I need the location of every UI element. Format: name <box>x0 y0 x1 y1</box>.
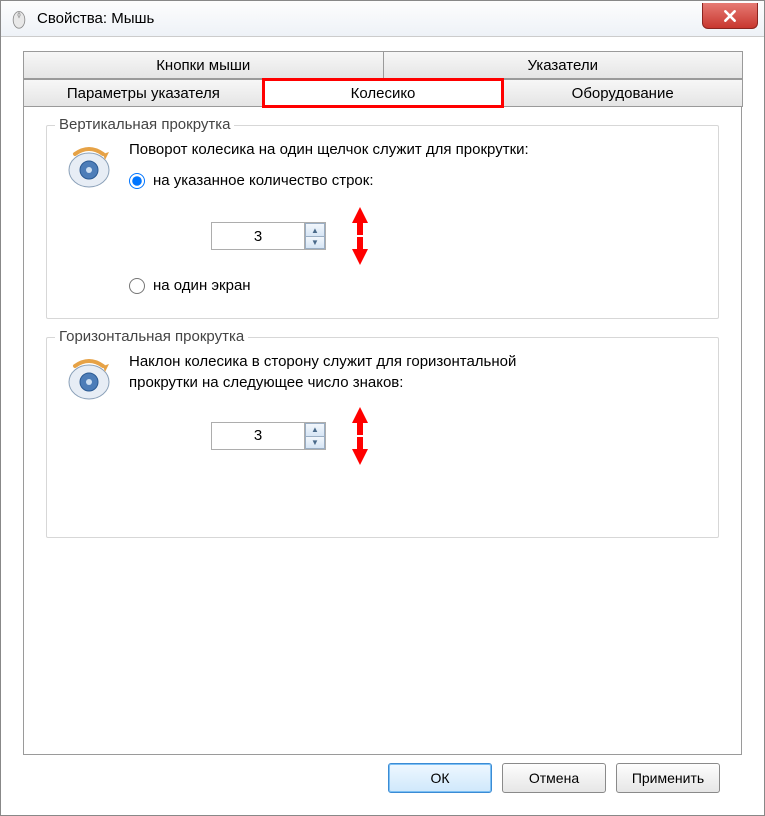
dialog-content: Кнопки мыши Указатели Параметры указател… <box>1 37 764 815</box>
tab-hardware[interactable]: Оборудование <box>502 79 743 107</box>
horizontal-scroll-title: Горизонтальная прокрутка <box>55 328 248 345</box>
mouse-properties-window: Свойства: Мышь Кнопки мыши Указатели Пар… <box>0 0 765 816</box>
close-icon <box>723 9 737 23</box>
cancel-button[interactable]: Отмена <box>502 763 606 793</box>
wheel-vertical-icon <box>63 140 115 192</box>
radio-screen-row[interactable]: на один экран <box>129 277 702 294</box>
radio-screen[interactable] <box>129 278 145 294</box>
radio-screen-label: на один экран <box>153 277 251 294</box>
tab-strip: Кнопки мыши Указатели Параметры указател… <box>23 51 742 107</box>
radio-lines-label: на указанное количество строк: <box>153 172 374 189</box>
red-arrows-annotation-icon <box>346 205 374 267</box>
horizontal-chars-input[interactable] <box>212 423 304 449</box>
horizontal-spin-up[interactable]: ▲ <box>305 423 325 436</box>
tab-pointers[interactable]: Указатели <box>383 51 744 79</box>
mouse-icon <box>9 9 29 29</box>
horizontal-scroll-group: Горизонтальная прокрутка Наклон колесика… <box>46 337 719 538</box>
tab-pointer-options[interactable]: Параметры указателя <box>23 79 264 107</box>
vertical-desc: Поворот колесика на один щелчок служит д… <box>129 140 702 160</box>
radio-lines-row[interactable]: на указанное количество строк: <box>129 172 702 189</box>
horizontal-chars-spinner[interactable]: ▲ ▼ <box>211 422 326 450</box>
dialog-buttons: ОК Отмена Применить <box>23 755 742 807</box>
tab-buttons[interactable]: Кнопки мыши <box>23 51 384 79</box>
vertical-lines-spinner[interactable]: ▲ ▼ <box>211 222 326 250</box>
wheel-horizontal-icon <box>63 352 115 404</box>
apply-button[interactable]: Применить <box>616 763 720 793</box>
red-arrows-annotation-icon <box>346 405 374 467</box>
vertical-spin-up[interactable]: ▲ <box>305 223 325 236</box>
vertical-lines-input[interactable] <box>212 223 304 249</box>
horizontal-spin-down[interactable]: ▼ <box>305 436 325 449</box>
tab-panel: Вертикальная прокрутка Поворот колесика … <box>23 107 742 755</box>
window-title: Свойства: Мышь <box>37 10 154 27</box>
radio-lines[interactable] <box>129 173 145 189</box>
ok-button[interactable]: ОК <box>388 763 492 793</box>
vertical-scroll-group: Вертикальная прокрутка Поворот колесика … <box>46 125 719 319</box>
titlebar[interactable]: Свойства: Мышь <box>1 1 764 37</box>
vertical-scroll-title: Вертикальная прокрутка <box>55 116 234 133</box>
horizontal-desc: Наклон колесика в сторону служит для гор… <box>129 352 529 393</box>
vertical-spin-down[interactable]: ▼ <box>305 236 325 249</box>
tab-wheel[interactable]: Колесико <box>263 79 504 107</box>
close-button[interactable] <box>702 3 758 29</box>
